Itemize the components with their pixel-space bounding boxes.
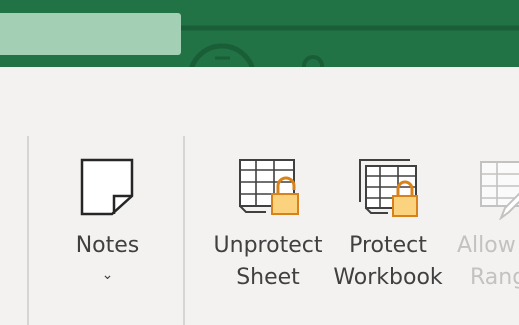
protect-workbook-button[interactable]: Protect Workbook: [330, 150, 446, 300]
search-input[interactable]: [0, 13, 181, 55]
allow-edit-ranges-icon: [480, 161, 519, 220]
allow-edit-ranges-label-line1: Allow: [457, 233, 516, 258]
protect-workbook-icon: [359, 159, 418, 217]
chevron-down-icon[interactable]: ⌄: [60, 268, 155, 282]
group-separator: [183, 136, 185, 325]
unprotect-sheet-icon: [239, 159, 299, 215]
unprotect-sheet-button[interactable]: Unprotect Sheet: [210, 150, 326, 300]
note-icon: [80, 158, 134, 216]
allow-edit-ranges-button[interactable]: Allow Rang: [455, 150, 519, 300]
allow-edit-ranges-label-line2: Rang: [470, 265, 519, 290]
protect-workbook-label-line1: Protect: [349, 233, 427, 258]
unprotect-sheet-label-line2: Sheet: [236, 265, 300, 290]
protect-workbook-label-line2: Workbook: [333, 265, 443, 290]
unprotect-sheet-label-line1: Unprotect: [213, 233, 323, 258]
title-bar: [0, 0, 519, 67]
notes-label: Notes: [75, 233, 140, 258]
notes-button[interactable]: Notes ⌄: [60, 150, 155, 290]
group-separator: [27, 136, 29, 325]
